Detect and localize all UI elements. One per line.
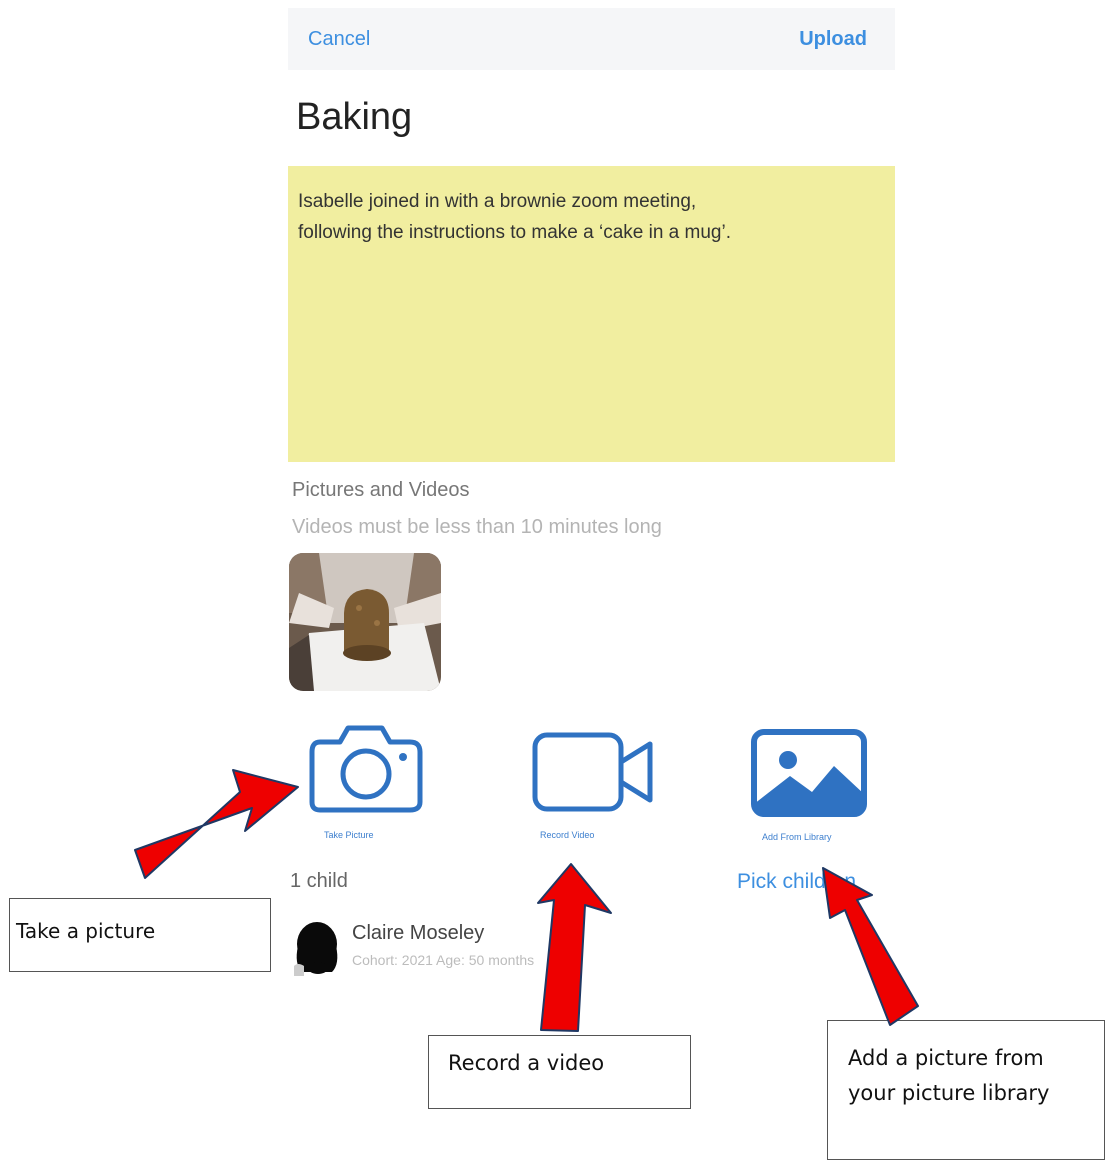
arrow-to-record-video xyxy=(537,863,612,1032)
arrow-to-add-from-library xyxy=(822,867,919,1026)
arrow-to-take-picture xyxy=(134,769,299,879)
annotation-arrows xyxy=(134,769,919,1032)
